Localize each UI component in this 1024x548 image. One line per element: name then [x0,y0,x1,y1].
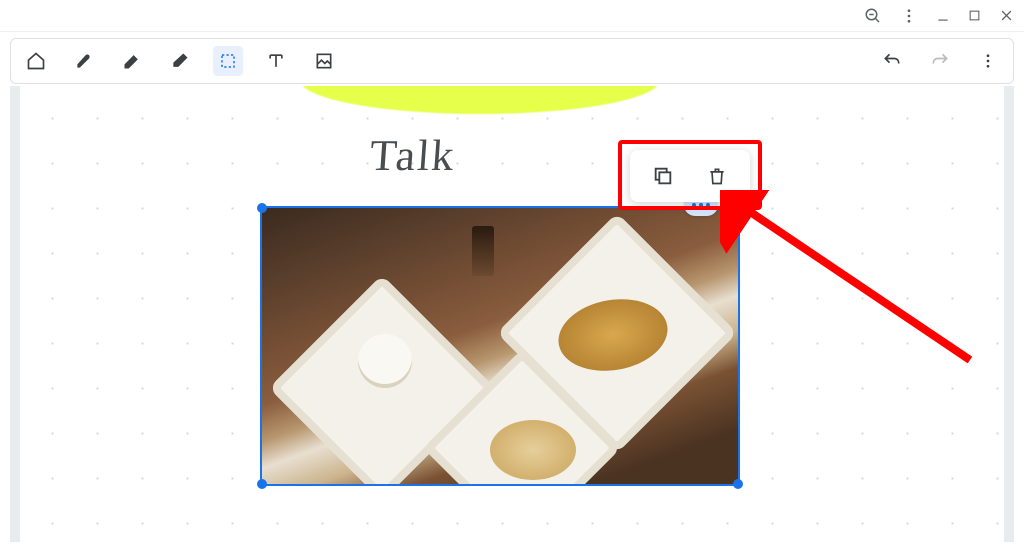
select-tool-button[interactable] [213,46,243,76]
more-horiz-icon [692,203,696,207]
highlighter-tool-button[interactable] [117,46,147,76]
minimize-icon[interactable] [936,9,950,23]
close-icon[interactable] [999,8,1014,23]
text-tool-button[interactable] [261,46,291,76]
pen-tool-button[interactable] [69,46,99,76]
selected-image[interactable] [260,206,740,486]
toolbar-left [21,46,339,76]
copy-button[interactable] [643,156,683,196]
window-titlebar [0,0,1024,32]
toolbar-right [877,46,1003,76]
delete-button[interactable] [697,156,737,196]
selection-context-menu [630,150,750,202]
toolbar-container [0,32,1024,84]
handwritten-text: Talk [368,130,457,181]
resize-handle-tr[interactable] [733,203,743,213]
kebab-menu-icon[interactable] [900,7,918,25]
zoom-out-icon[interactable] [864,7,882,25]
toolbar [10,38,1014,84]
highlighter-stroke [300,86,660,114]
resize-handle-bl[interactable] [257,479,267,489]
annotation-arrow [720,190,990,380]
redo-button[interactable] [925,46,955,76]
canvas[interactable]: Talk [10,86,1014,542]
resize-handle-br[interactable] [733,479,743,489]
eraser-tool-button[interactable] [165,46,195,76]
resize-handle-tl[interactable] [257,203,267,213]
maximize-icon[interactable] [968,9,981,22]
undo-button[interactable] [877,46,907,76]
image-content [262,208,738,484]
more-menu-button[interactable] [973,46,1003,76]
image-tool-button[interactable] [309,46,339,76]
home-button[interactable] [21,46,51,76]
